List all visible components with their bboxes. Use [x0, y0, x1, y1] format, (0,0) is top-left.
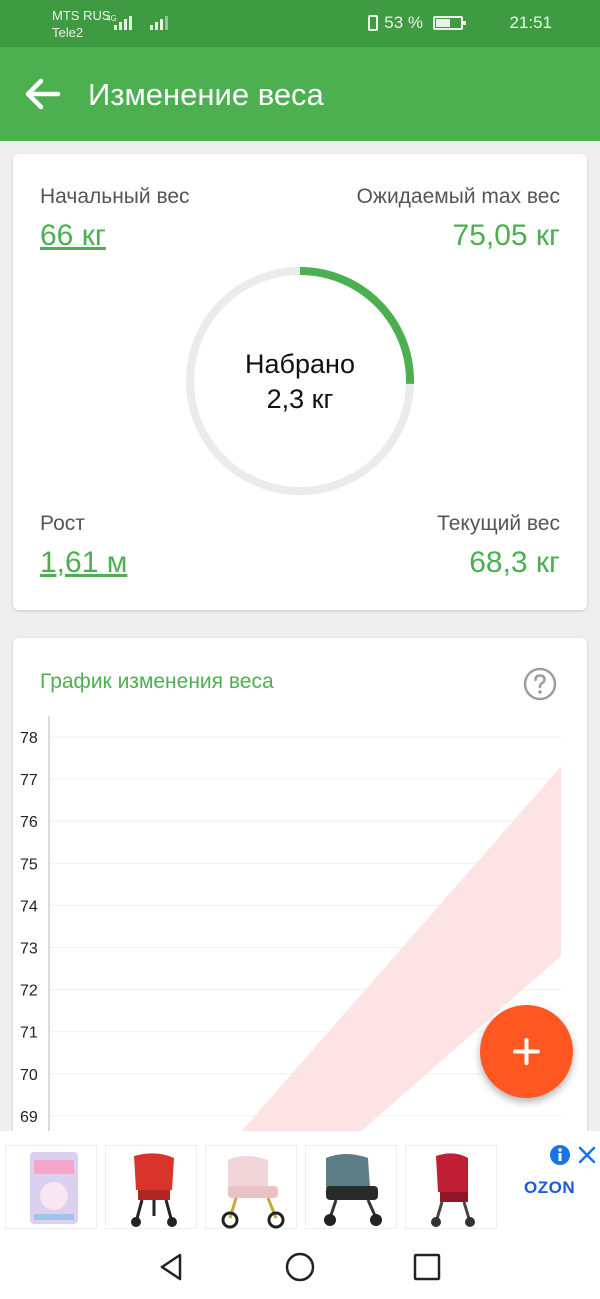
y-tick-label: 69 [20, 1109, 38, 1126]
y-tick-label: 78 [20, 730, 38, 747]
info-icon[interactable] [549, 1144, 571, 1166]
stroller-red-image [131, 1153, 177, 1227]
vibrate-icon [368, 15, 379, 31]
y-tick-label: 71 [20, 1025, 38, 1042]
current-weight-label: Текущий вес [437, 512, 560, 535]
stroller-crimson-image [431, 1153, 475, 1227]
square-recents-icon[interactable] [409, 1249, 445, 1285]
stroller-pink-image [221, 1156, 285, 1229]
clock-label: 21:51 [509, 13, 552, 32]
add-weight-button[interactable] [480, 1005, 573, 1098]
ad-item-stroller-red[interactable] [105, 1145, 197, 1229]
ad-item-stroller-crimson[interactable] [405, 1145, 497, 1229]
expected-weight-band [217, 766, 561, 1158]
y-tick-label: 73 [20, 941, 38, 958]
signal-2-icon [150, 14, 168, 30]
arrow-left-icon [25, 78, 61, 110]
battery-icon [433, 16, 466, 30]
ad-item-stroller-pink[interactable] [205, 1145, 297, 1229]
height-value[interactable]: 1,61 м [40, 546, 127, 580]
system-nav-bar [0, 1235, 600, 1299]
height-label: Рост [40, 512, 85, 535]
expected-max-value: 75,05 кг [452, 219, 560, 252]
gained-value: 2,3 кг [266, 384, 334, 414]
y-tick-label: 72 [20, 983, 38, 1000]
status-right: 53 % [368, 13, 466, 33]
question-circle-icon[interactable] [523, 667, 557, 701]
gained-label: Набрано [245, 349, 355, 379]
initial-weight-label: Начальный вес [40, 185, 190, 208]
page-title: Изменение веса [88, 77, 324, 112]
weight-summary-card: Начальный вес 66 кг Ожидаемый max вес 75… [13, 154, 587, 610]
circle-home-icon[interactable] [282, 1249, 318, 1285]
y-tick-label: 75 [20, 856, 38, 873]
carrier-1-label: MTS RUS [52, 8, 111, 23]
ad-banner[interactable] [0, 1131, 600, 1235]
y-tick-label: 76 [20, 814, 38, 831]
close-icon[interactable] [576, 1144, 598, 1166]
stroller-black-image [324, 1154, 382, 1226]
ozon-brand-label[interactable]: OZON [524, 1178, 575, 1198]
ad-item-diapers[interactable] [5, 1145, 97, 1229]
chart-title: График изменения веса [40, 670, 274, 693]
y-tick-label: 70 [20, 1067, 38, 1084]
diapers-image [30, 1152, 78, 1224]
app-bar: Изменение веса [0, 47, 600, 141]
gain-progress-ring [186, 267, 414, 495]
initial-weight-value[interactable]: 66 кг [40, 219, 106, 253]
triangle-back-icon[interactable] [154, 1249, 190, 1285]
ad-item-stroller-black[interactable] [305, 1145, 397, 1229]
carrier-2-label: Tele2 [52, 25, 84, 40]
expected-max-label: Ожидаемый max вес [356, 185, 560, 208]
y-tick-label: 74 [20, 898, 38, 915]
battery-percent-label: 53 % [384, 13, 423, 32]
signal-1-icon [114, 14, 132, 30]
current-weight-value: 68,3 кг [469, 546, 560, 579]
back-button[interactable] [20, 71, 66, 117]
plus-icon [513, 1038, 540, 1065]
y-tick-label: 77 [20, 772, 38, 789]
status-bar: MTS RUS Tele2 4G 53 % 21:51 [0, 0, 600, 47]
